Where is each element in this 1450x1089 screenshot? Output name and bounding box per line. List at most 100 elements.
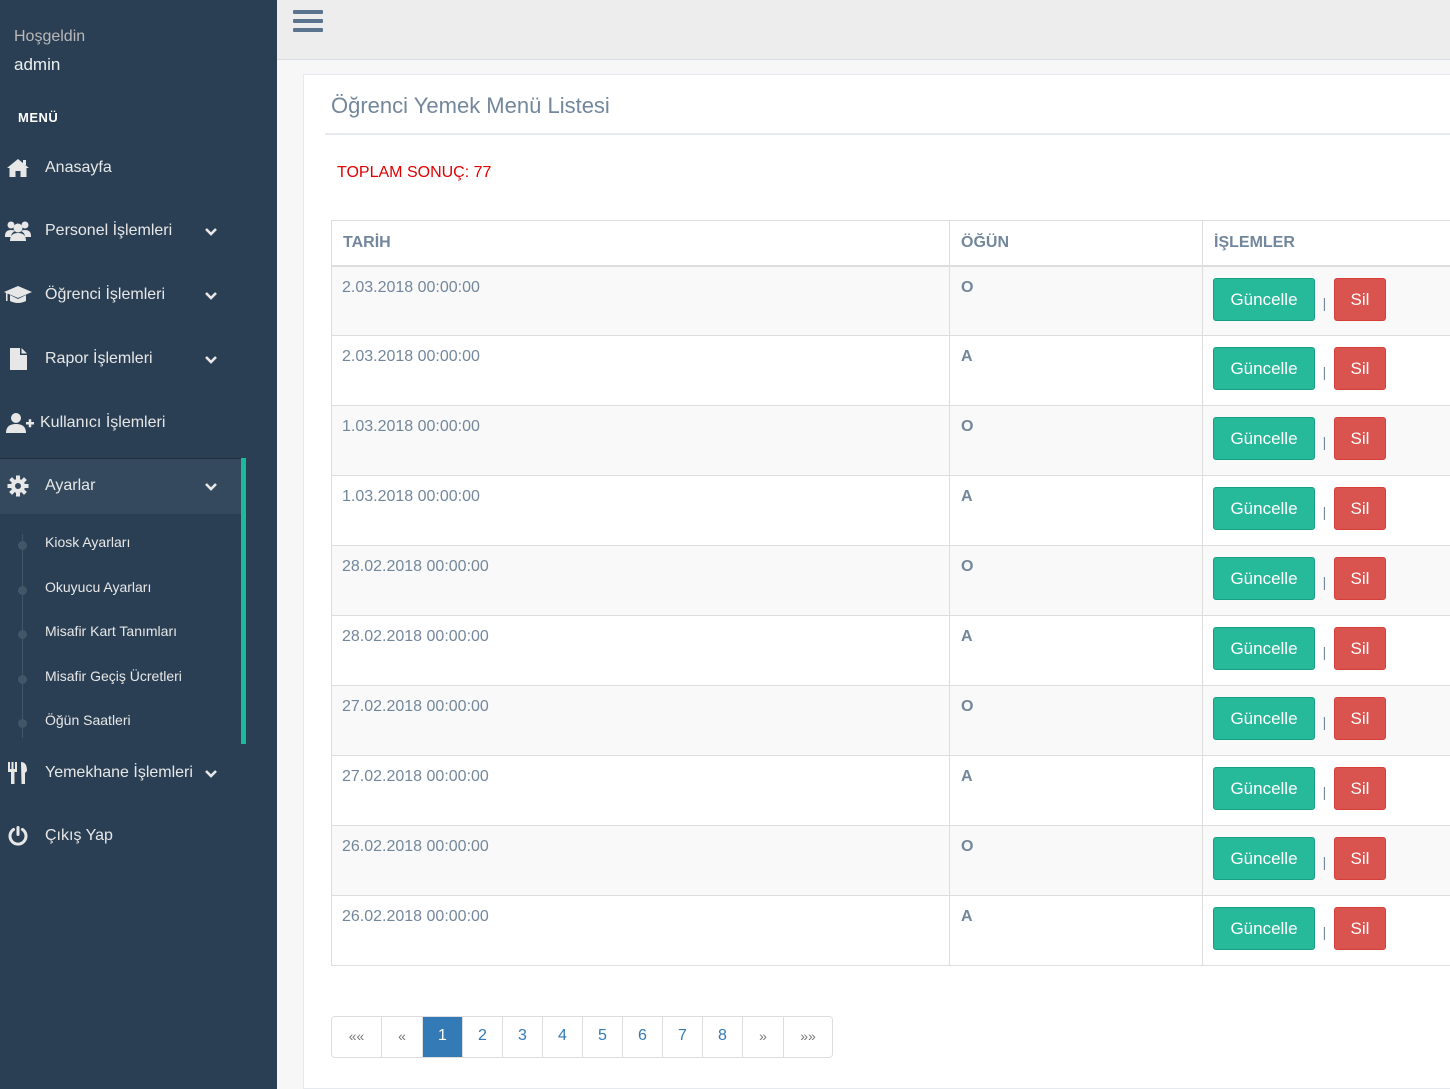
- update-button[interactable]: Güncelle: [1213, 347, 1315, 390]
- page-prev-button[interactable]: «: [381, 1017, 422, 1057]
- cell-meal: A: [949, 615, 1203, 686]
- users-icon: [0, 220, 36, 242]
- cell-meal: A: [949, 895, 1203, 966]
- cell-date: 2.03.2018 00:00:00: [331, 335, 950, 406]
- page-last-button[interactable]: »»: [783, 1017, 832, 1057]
- page-next-button[interactable]: »: [742, 1017, 783, 1057]
- update-button[interactable]: Güncelle: [1213, 557, 1315, 600]
- cell-actions: Güncelle | Sil: [1202, 615, 1450, 686]
- cell-date: 28.02.2018 00:00:00: [331, 545, 950, 616]
- cell-meal: A: [949, 475, 1203, 546]
- delete-button[interactable]: Sil: [1334, 837, 1386, 880]
- separator: |: [1322, 784, 1327, 800]
- top-bar: [277, 0, 1450, 60]
- page-3-button[interactable]: 3: [502, 1017, 542, 1057]
- chevron-down-icon: [204, 352, 218, 370]
- cell-actions: Güncelle | Sil: [1202, 405, 1450, 476]
- cell-meal: A: [949, 755, 1203, 826]
- sidebar-item-personel[interactable]: Personel İşlemleri: [0, 211, 241, 251]
- page-6-button[interactable]: 6: [622, 1017, 662, 1057]
- update-button[interactable]: Güncelle: [1213, 487, 1315, 530]
- header-tarih[interactable]: TARİH: [331, 220, 950, 267]
- page-first-button[interactable]: ««: [332, 1017, 381, 1057]
- cell-date: 26.02.2018 00:00:00: [331, 825, 950, 896]
- sidebar-item-cikis[interactable]: Çıkış Yap: [0, 816, 241, 856]
- delete-button[interactable]: Sil: [1334, 417, 1386, 460]
- separator: |: [1322, 574, 1327, 590]
- cell-date: 27.02.2018 00:00:00: [331, 685, 950, 756]
- page-8-button[interactable]: 8: [702, 1017, 742, 1057]
- delete-button[interactable]: Sil: [1334, 557, 1386, 600]
- submenu-item-kiosk[interactable]: Kiosk Ayarları: [45, 534, 130, 550]
- pagination: «« «1 2 3 4 5 6 7 8»»»: [331, 1016, 833, 1058]
- divider: [325, 133, 1450, 135]
- submenu-item-ogun-saatleri[interactable]: Öğün Saatleri: [45, 712, 131, 728]
- page-5-button[interactable]: 5: [582, 1017, 622, 1057]
- separator: |: [1322, 644, 1327, 660]
- update-button[interactable]: Güncelle: [1213, 837, 1315, 880]
- bullet-icon: [18, 586, 27, 595]
- sidebar-item-rapor[interactable]: Rapor İşlemleri: [0, 339, 241, 379]
- delete-button[interactable]: Sil: [1334, 347, 1386, 390]
- cutlery-icon: [0, 761, 36, 785]
- home-icon: [0, 158, 36, 178]
- sidebar-item-ogrenci[interactable]: Öğrenci İşlemleri: [0, 275, 241, 315]
- cell-meal: O: [949, 685, 1203, 756]
- separator: |: [1322, 924, 1327, 940]
- table-row: 1.03.2018 00:00:00 O Güncelle | Sil: [331, 405, 1450, 476]
- sidebar-item-kullanici[interactable]: Kullanıcı İşlemleri: [0, 403, 241, 443]
- bullet-icon: [18, 675, 27, 684]
- submenu-item-misafir-gecis[interactable]: Misafir Geçiş Ücretleri: [45, 668, 182, 684]
- cell-date: 27.02.2018 00:00:00: [331, 755, 950, 826]
- bullet-icon: [18, 630, 27, 639]
- page-7-button[interactable]: 7: [662, 1017, 702, 1057]
- sidebar-item-yemekhane[interactable]: Yemekhane İşlemleri: [0, 753, 241, 793]
- sidebar-item-label: Yemekhane İşlemleri: [45, 764, 193, 781]
- table-row: 2.03.2018 00:00:00 A Güncelle | Sil: [331, 335, 1450, 406]
- header-islemler: İŞLEMLER: [1202, 220, 1450, 267]
- update-button[interactable]: Güncelle: [1213, 627, 1315, 670]
- update-button[interactable]: Güncelle: [1213, 417, 1315, 460]
- chevron-down-icon: [204, 288, 218, 306]
- delete-button[interactable]: Sil: [1334, 627, 1386, 670]
- header-ogun[interactable]: ÖĞÜN: [949, 220, 1203, 267]
- settings-submenu: Kiosk Ayarları Okuyucu Ayarları Misafir …: [0, 514, 246, 744]
- cell-meal: A: [949, 335, 1203, 406]
- content-panel: Öğrenci Yemek Menü Listesi TOPLAM SONUÇ:…: [303, 74, 1450, 1089]
- sidebar-item-label: Ayarlar: [45, 477, 96, 494]
- power-icon: [0, 825, 36, 847]
- delete-button[interactable]: Sil: [1334, 907, 1386, 950]
- page-2-button[interactable]: 2: [462, 1017, 502, 1057]
- delete-button[interactable]: Sil: [1334, 487, 1386, 530]
- username: admin: [14, 55, 61, 74]
- update-button[interactable]: Güncelle: [1213, 767, 1315, 810]
- delete-button[interactable]: Sil: [1334, 767, 1386, 810]
- submenu-item-misafir-kart[interactable]: Misafir Kart Tanımları: [45, 623, 177, 639]
- delete-button[interactable]: Sil: [1334, 277, 1386, 321]
- submenu-item-okuyucu[interactable]: Okuyucu Ayarları: [45, 579, 151, 595]
- cell-meal: O: [949, 825, 1203, 896]
- welcome-text: Hoşgeldin: [14, 28, 86, 45]
- table-row: 27.02.2018 00:00:00 A Güncelle | Sil: [331, 755, 1450, 826]
- page-title: Öğrenci Yemek Menü Listesi: [331, 93, 610, 118]
- separator: |: [1322, 294, 1327, 311]
- graduation-cap-icon: [0, 284, 36, 306]
- sidebar-item-anasayfa[interactable]: Anasayfa: [0, 148, 241, 188]
- page-4-button[interactable]: 4: [542, 1017, 582, 1057]
- sidebar-item-label: Öğrenci İşlemleri: [45, 286, 166, 303]
- update-button[interactable]: Güncelle: [1213, 697, 1315, 740]
- delete-button[interactable]: Sil: [1334, 697, 1386, 740]
- cell-date: 1.03.2018 00:00:00: [331, 405, 950, 476]
- sidebar-item-ayarlar[interactable]: Ayarlar: [0, 458, 246, 514]
- cell-actions: Güncelle | Sil: [1202, 895, 1450, 966]
- table-header-row: TARİH ÖĞÜN İŞLEMLER: [331, 220, 1450, 267]
- total-count: TOPLAM SONUÇ: 77: [337, 164, 492, 181]
- separator: |: [1322, 364, 1327, 380]
- update-button[interactable]: Güncelle: [1213, 907, 1315, 950]
- page-1-button[interactable]: 1: [422, 1017, 462, 1057]
- table-row: 2.03.2018 00:00:00 O Güncelle | Sil: [331, 265, 1450, 336]
- user-plus-icon: [0, 412, 40, 434]
- menu-toggle-icon[interactable]: [293, 10, 323, 36]
- cell-actions: Güncelle | Sil: [1202, 265, 1450, 336]
- update-button[interactable]: Güncelle: [1213, 277, 1315, 321]
